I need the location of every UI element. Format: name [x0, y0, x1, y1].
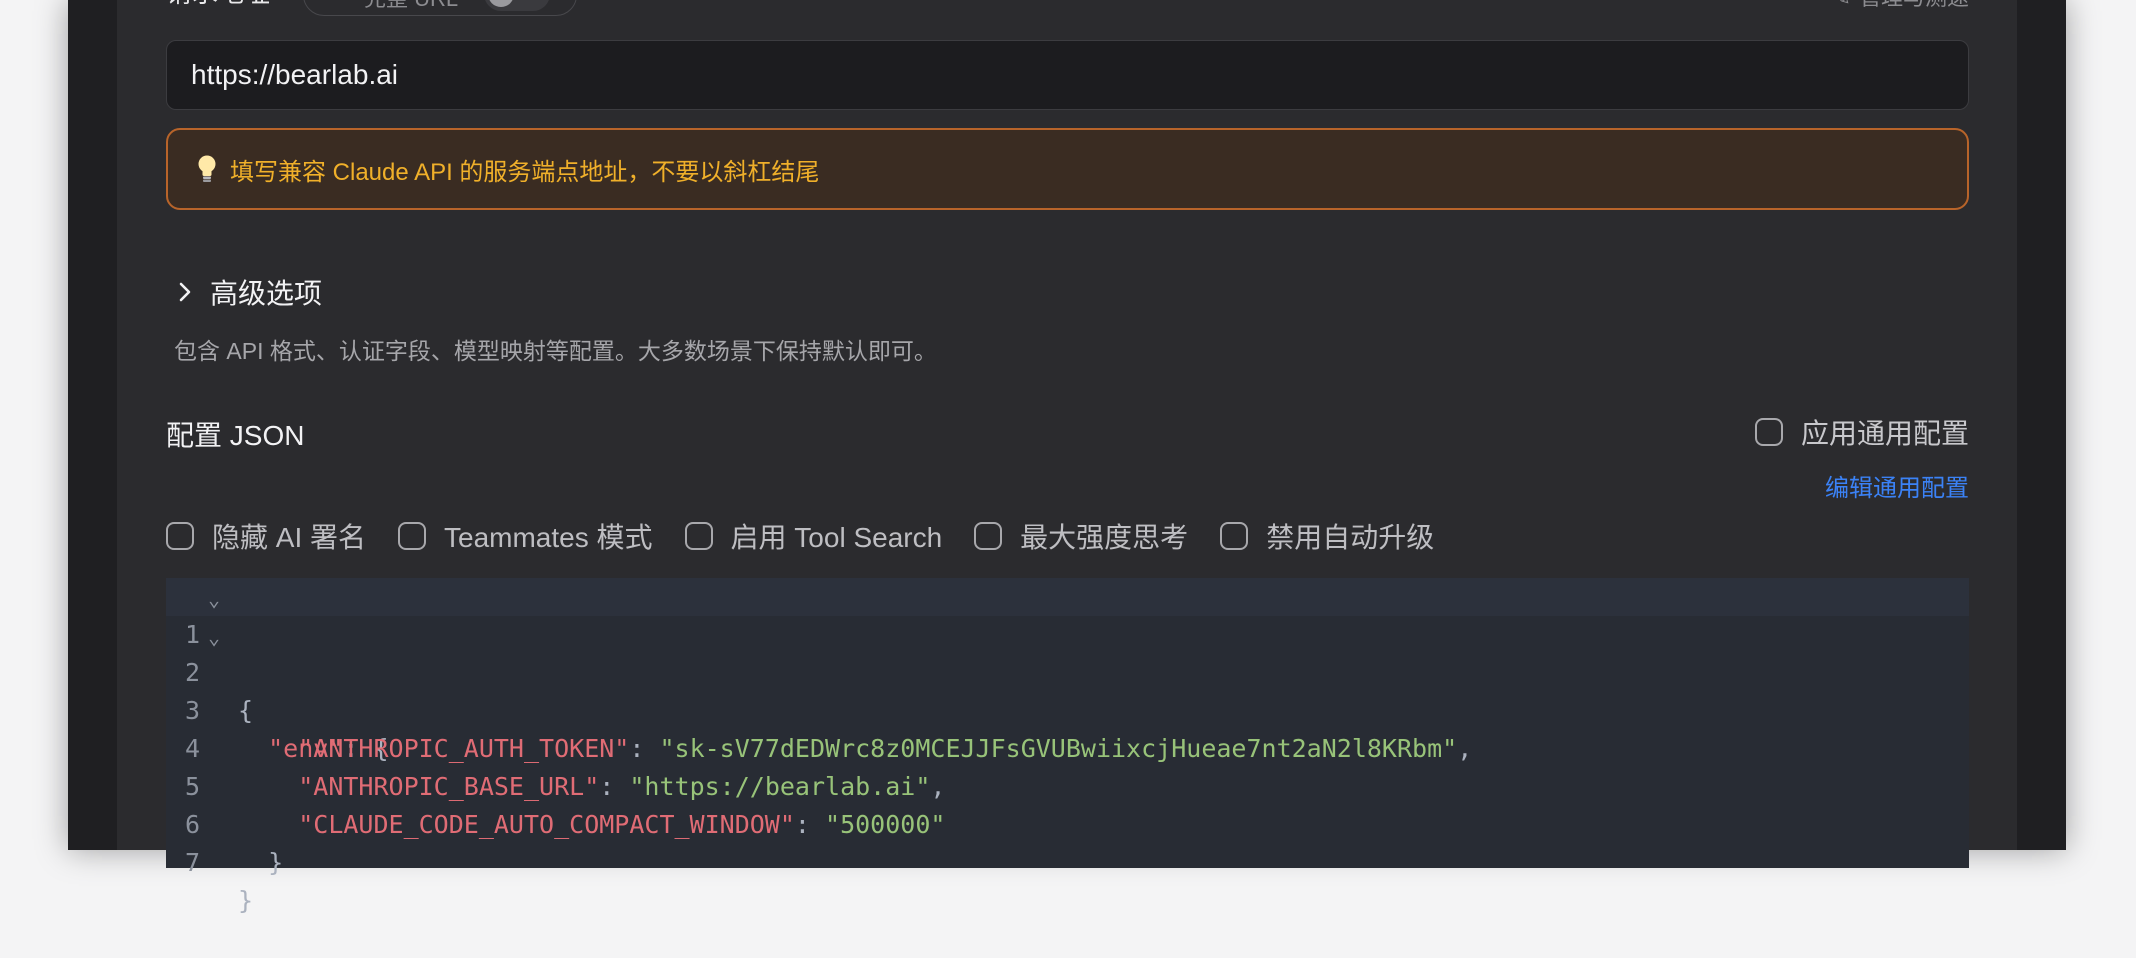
code-line[interactable]: 4 "ANTHROPIC_BASE_URL": "https://bearlab…	[166, 692, 1969, 801]
code-text: }	[238, 886, 254, 915]
full-url-toggle[interactable]	[484, 0, 550, 11]
option-max-thinking[interactable]: 最大强度思考	[974, 516, 1188, 556]
lightbulb-icon	[198, 155, 216, 182]
option-disable-auto-upgrade[interactable]: 禁用自动升级	[1220, 516, 1434, 556]
checkbox-box[interactable]	[1754, 418, 1783, 446]
edit-icon: ✎	[1833, 0, 1851, 11]
checkbox-box[interactable]	[684, 522, 713, 550]
option-teammates-mode[interactable]: Teammates 模式	[398, 516, 653, 556]
code-line[interactable]: 6 }	[166, 768, 1969, 877]
advanced-options-title: 高级选项	[210, 278, 323, 309]
toggle-knob	[488, 0, 514, 7]
advanced-options-description: 包含 API 格式、认证字段、模型映射等配置。大多数场景下保持默认即可。	[174, 338, 937, 364]
option-label: 禁用自动升级	[1266, 522, 1435, 553]
checkbox-box[interactable]	[974, 522, 1003, 550]
code-line[interactable]: 5 "CLAUDE_CODE_AUTO_COMPACT_WINDOW": "50…	[166, 730, 1969, 839]
code-line[interactable]: 2 ⌄ "env": {	[166, 616, 1969, 763]
option-label: 启用 Tool Search	[730, 522, 943, 553]
manage-speedtest-label: 管理与测速	[1859, 0, 1969, 10]
endpoint-hint-text: 填写兼容 Claude API 的服务端点地址，不要以斜杠结尾	[230, 158, 820, 186]
option-hide-ai-signature[interactable]: 隐藏 AI 署名	[166, 516, 366, 556]
checkbox-box[interactable]	[166, 522, 194, 550]
settings-panel: 请求地址 完整 URL ✎ 管理与测速	[117, 0, 2017, 915]
endpoint-url-input[interactable]	[166, 40, 1969, 110]
endpoint-label: 请求地址	[166, 0, 270, 8]
checkbox-box[interactable]	[1220, 522, 1249, 550]
advanced-options-toggle[interactable]: 高级选项	[172, 272, 322, 312]
app-window: 请求地址 完整 URL ✎ 管理与测速	[68, 0, 2066, 915]
endpoint-header-row: 请求地址 完整 URL ✎ 管理与测速	[166, 0, 1969, 22]
config-options-row: 隐藏 AI 署名 Teammates 模式 启用 Tool Search 最大强…	[166, 516, 1466, 556]
endpoint-hint-box: 填写兼容 Claude API 的服务端点地址，不要以斜杠结尾	[166, 128, 1969, 210]
full-url-toggle-chip[interactable]: 完整 URL	[303, 0, 577, 16]
config-json-title: 配置 JSON	[166, 420, 305, 451]
chevron-right-icon	[179, 282, 191, 302]
code-line[interactable]: 3 "ANTHROPIC_AUTH_TOKEN": "sk-sV77dEDWrc…	[166, 654, 1969, 763]
option-enable-tool-search[interactable]: 启用 Tool Search	[684, 516, 943, 556]
checkbox-box[interactable]	[398, 522, 427, 550]
provider-form: 请求地址 完整 URL ✎ 管理与测速	[166, 0, 1969, 915]
json-code-editor[interactable]: 1 ⌄ { 2 ⌄ "env": { 3 "ANTHROPIC_AUTH_TOK…	[166, 578, 1969, 915]
apply-common-config-label: 应用通用配置	[1800, 418, 1969, 449]
option-label: 最大强度思考	[1020, 522, 1189, 553]
fold-chevron-icon[interactable]: ⌄	[208, 580, 220, 618]
apply-common-config-checkbox[interactable]: 应用通用配置	[1754, 412, 1969, 452]
code-line[interactable]: 1 ⌄ {	[166, 578, 1969, 725]
option-label: 隐藏 AI 署名	[212, 522, 367, 553]
full-url-label: 完整 URL	[364, 0, 458, 13]
code-line[interactable]: 7 }	[166, 806, 1969, 915]
option-label: Teammates 模式	[444, 522, 653, 553]
edit-common-config-link[interactable]: 编辑通用配置	[1825, 468, 1969, 503]
fold-chevron-icon[interactable]: ⌄	[208, 618, 220, 656]
manage-speedtest-link[interactable]: ✎ 管理与测速	[1833, 0, 1969, 12]
